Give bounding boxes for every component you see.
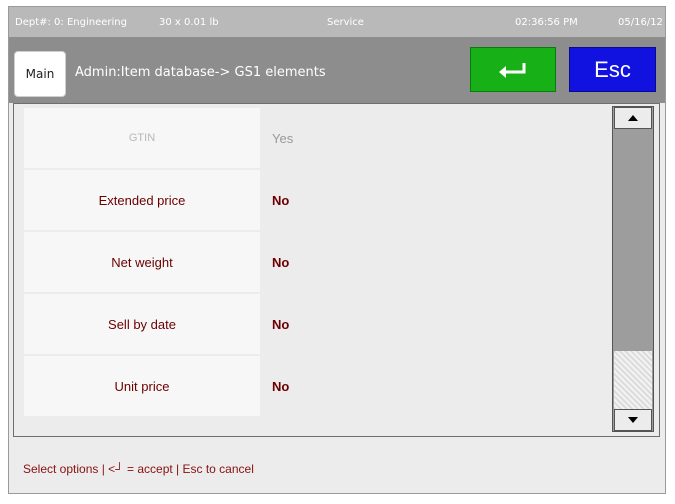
option-value: No [272, 316, 290, 332]
option-label-button[interactable]: Net weight [24, 232, 260, 292]
option-label-button[interactable]: GTIN [24, 108, 260, 168]
option-row[interactable]: Net weight No [24, 232, 614, 292]
options-list: GTIN Yes Extended price No Net weight No Sell … [13, 103, 660, 437]
option-value: No [272, 378, 290, 394]
esc-button[interactable]: Esc [569, 47, 656, 92]
arrow-down-icon [628, 417, 638, 423]
enter-arrow-icon [499, 62, 526, 78]
time-text: 02:36:56 PM [515, 17, 578, 28]
scrollbar[interactable] [612, 106, 654, 432]
tare-text: 30 x 0.01 lb [159, 17, 219, 28]
option-label-button[interactable]: Extended price [24, 170, 260, 230]
accept-button[interactable] [470, 47, 556, 92]
option-label-button[interactable]: Unit price [24, 356, 260, 416]
scale-window: Dept#: 0: Engineering 30 x 0.01 lb Servi… [8, 6, 666, 494]
scroll-down-button[interactable] [614, 409, 652, 431]
option-value: Yes [272, 130, 294, 146]
arrow-up-icon [628, 115, 638, 121]
option-value: No [272, 254, 290, 270]
option-value: No [272, 192, 290, 208]
option-row[interactable]: GTIN Yes [24, 108, 614, 168]
footer-hint: Select options | <┘ = accept | Esc to ca… [23, 462, 254, 476]
option-label-button[interactable]: Sell by date [24, 294, 260, 354]
option-row[interactable]: Unit price No [24, 356, 614, 416]
scroll-thumb[interactable] [614, 351, 652, 409]
breadcrumb: Admin:Item database-> GS1 elements [75, 65, 326, 80]
mode-text: Service [327, 17, 364, 28]
option-row[interactable]: Extended price No [24, 170, 614, 230]
scroll-up-button[interactable] [614, 107, 652, 129]
option-row[interactable]: Sell by date No [24, 294, 614, 354]
status-bar: Dept#: 0: Engineering 30 x 0.01 lb Servi… [9, 7, 665, 37]
date-text: 05/16/12 [618, 17, 663, 28]
title-bar: Main Admin:Item database-> GS1 elements … [9, 37, 665, 103]
department-text: Dept#: 0: Engineering [15, 17, 127, 28]
main-button[interactable]: Main [14, 51, 66, 97]
